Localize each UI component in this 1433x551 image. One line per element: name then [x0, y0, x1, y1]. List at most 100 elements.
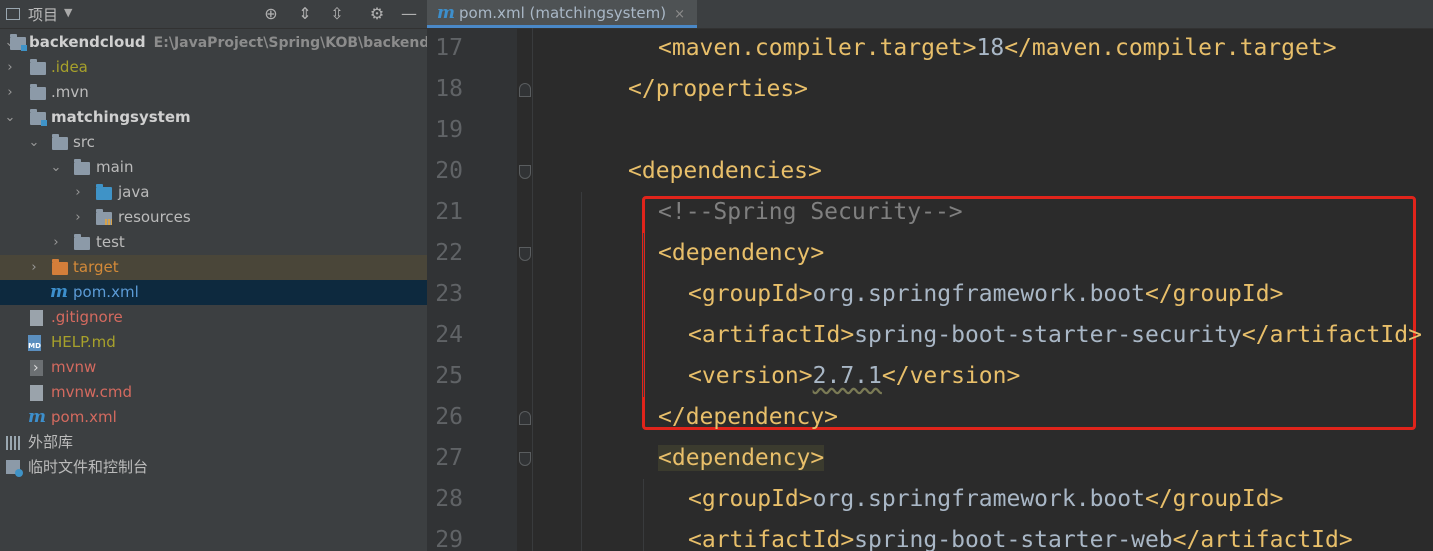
tree-item-label: 外部库 [28, 433, 74, 451]
tree-item-label: test [96, 233, 125, 251]
tree-item-mvnw[interactable]: mvnw [0, 355, 427, 380]
code-token: </maven.compiler.target> [1004, 35, 1337, 61]
tree-item-main[interactable]: ⌄ main [0, 155, 427, 180]
fold-marker-icon[interactable] [519, 411, 531, 425]
project-panel: 项目 ▼ ⊕ ⇕ ⇳ ⚙ — ⌄ backendcloudE:\JavaProj… [0, 0, 427, 551]
tree-item-resources[interactable]: › resources [0, 205, 427, 230]
code-token: 2.7.1 [812, 363, 882, 389]
code-line: <dependencies> [628, 151, 822, 192]
line-number: 24 [435, 322, 463, 348]
code-line: </dependency> [658, 397, 838, 438]
tree-item-mvnw-cmd[interactable]: mvnw.cmd [0, 380, 427, 405]
chevron-down-icon[interactable]: ⌄ [50, 155, 62, 180]
code-line: <groupId>org.springframework.boot</group… [688, 274, 1283, 315]
chevron-right-icon[interactable]: › [72, 205, 84, 230]
project-toolbar: 项目 ▼ ⊕ ⇕ ⇳ ⚙ — [0, 0, 427, 29]
code-line: </properties> [628, 69, 808, 110]
shell-script-icon [30, 356, 43, 380]
code-token: <artifactId> [688, 527, 855, 551]
tree-item-gitignore[interactable]: .gitignore [0, 305, 427, 330]
tree-item-label: matchingsystem [51, 108, 191, 126]
tree-item-label: src [73, 133, 95, 151]
tree-item-backendcloud[interactable]: ⌄ backendcloudE:\JavaProject\Spring\KOB\… [0, 30, 427, 55]
fold-marker-icon[interactable] [519, 247, 531, 261]
markdown-icon: MD [28, 335, 41, 351]
indent-guide [643, 479, 644, 551]
code-line: <dependency> [658, 233, 824, 274]
code-token: org.springframework.boot [812, 486, 1145, 512]
tree-item-pom-selected[interactable]: m pom.xml [0, 280, 427, 305]
tree-item-label: main [96, 158, 134, 176]
tree-item-idea[interactable]: › .idea [0, 55, 427, 80]
fold-marker-icon[interactable] [519, 165, 531, 179]
chevron-down-icon[interactable]: ▼ [64, 6, 72, 19]
expand-all-icon[interactable]: ⇕ [294, 3, 316, 25]
gear-icon[interactable]: ⚙ [366, 3, 388, 25]
chevron-down-icon[interactable]: ⌄ [28, 130, 40, 155]
tree-item-test[interactable]: › test [0, 230, 427, 255]
tree-item-pom-root[interactable]: m pom.xml [0, 405, 427, 430]
fold-marker-icon[interactable] [519, 452, 531, 466]
chevron-right-icon[interactable]: › [4, 55, 16, 80]
folder-icon [52, 134, 68, 150]
code-token: spring-boot-starter-security [854, 322, 1242, 348]
chevron-down-icon[interactable]: ⌄ [4, 105, 16, 130]
tree-item-label: .gitignore [51, 308, 123, 326]
tree-item-label: pom.xml [73, 283, 139, 301]
project-path: E:\JavaProject\Spring\KOB\backendcloud [153, 35, 427, 51]
tree-item-target[interactable]: › target [0, 255, 427, 280]
line-number: 19 [435, 117, 463, 143]
collapse-all-icon[interactable]: ⇳ [326, 3, 348, 25]
chevron-right-icon[interactable]: › [4, 80, 16, 105]
code-line: <version>2.7.1</version> [688, 356, 1020, 397]
tree-item-label: HELP.md [51, 333, 116, 351]
maven-icon: m [28, 407, 46, 427]
project-panel-title[interactable]: 项目 [28, 4, 58, 25]
tree-item-label: pom.xml [51, 408, 117, 426]
tree-item-help-md[interactable]: MD HELP.md [0, 330, 427, 355]
fold-marker-icon[interactable] [519, 83, 531, 97]
line-number: 20 [435, 158, 463, 184]
code-token: <maven.compiler.target> [658, 35, 977, 61]
line-number: 29 [435, 527, 463, 551]
chevron-right-icon[interactable]: › [50, 230, 62, 255]
tree-item-external-libraries[interactable]: 外部库 [0, 430, 427, 455]
ignore-file-icon [30, 310, 43, 326]
module-folder-icon [30, 109, 47, 126]
minimize-icon[interactable]: — [398, 3, 420, 25]
chevron-right-icon[interactable]: › [72, 180, 84, 205]
tree-item-matchingsystem[interactable]: ⌄ matchingsystem [0, 105, 427, 130]
code-token: org.springframework.boot [812, 281, 1145, 307]
code-token: spring-boot-starter-web [854, 527, 1173, 551]
tree-item-label: mvnw [51, 358, 97, 376]
code-line: <dependency> [658, 438, 825, 479]
tree-item-src[interactable]: ⌄ src [0, 130, 427, 155]
tree-item-label: java [118, 183, 150, 201]
line-number: 22 [435, 240, 463, 266]
locate-icon[interactable]: ⊕ [260, 3, 282, 25]
code-token: 18 [976, 35, 1005, 61]
editor-tab-bar: m pom.xml (matchingsystem) × [427, 0, 1433, 29]
code-token: </artifactId> [1241, 322, 1422, 348]
tree-item-label: target [73, 258, 119, 276]
tree-item-label: resources [118, 208, 191, 226]
code-token: <!--Spring Security--> [658, 199, 963, 225]
folder-icon [74, 234, 90, 250]
text-file-icon [30, 385, 43, 401]
code-token: </artifactId> [1172, 527, 1353, 551]
tab-pom-xml[interactable]: m pom.xml (matchingsystem) × [427, 0, 697, 28]
close-icon[interactable]: × [674, 7, 685, 22]
code-token: </groupId> [1144, 281, 1284, 307]
code-token: <dependencies> [628, 158, 822, 184]
tree-item-java[interactable]: › java [0, 180, 427, 205]
chevron-right-icon[interactable]: › [28, 255, 40, 280]
line-number: 26 [435, 404, 463, 430]
indent-guide [643, 233, 644, 397]
line-number: 18 [435, 76, 463, 102]
folder-icon [74, 159, 90, 175]
indent-guide [581, 192, 582, 551]
tree-item-scratches[interactable]: 临时文件和控制台 [0, 455, 427, 480]
code-line: <maven.compiler.target>18</maven.compile… [658, 28, 1337, 69]
tree-item-mvn[interactable]: › .mvn [0, 80, 427, 105]
code-token: </groupId> [1144, 486, 1284, 512]
